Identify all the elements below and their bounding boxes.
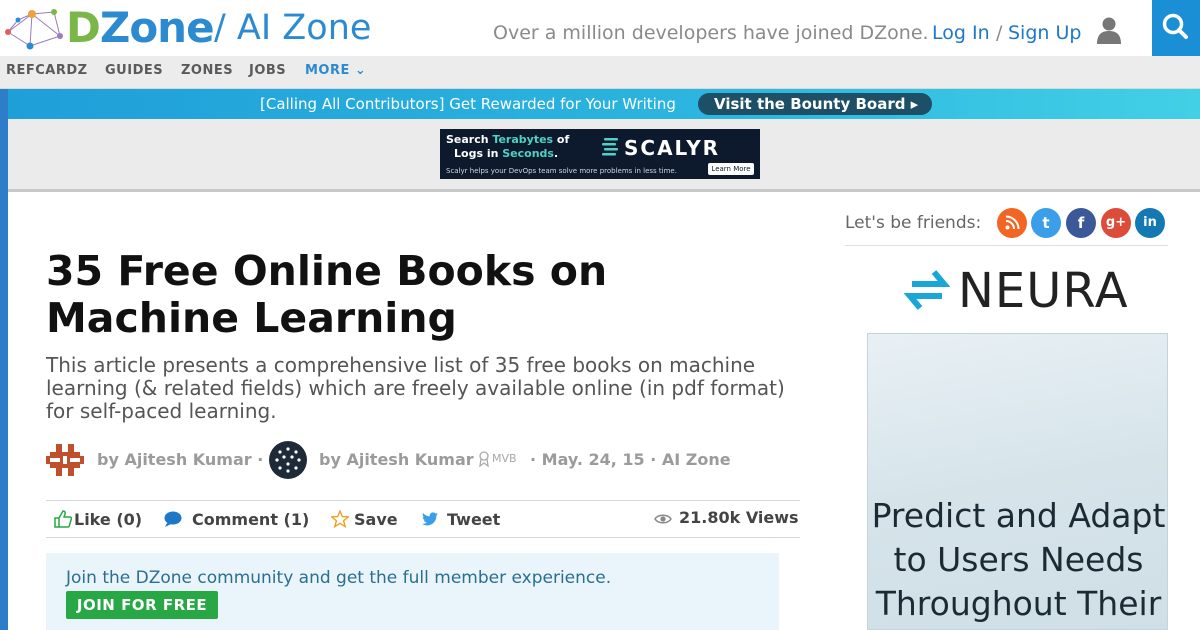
- social-friends-label: Let's be friends:: [845, 213, 982, 233]
- star-icon: [331, 510, 349, 528]
- logo-letters-zone: Zone: [99, 3, 215, 52]
- zone-title[interactable]: / AI Zone: [214, 8, 371, 48]
- dzone-logo-text[interactable]: DZone: [66, 3, 215, 52]
- article-title: 35 Free Online Books on Machine Learning: [46, 247, 608, 342]
- neura-brand[interactable]: NEURA: [958, 264, 1129, 318]
- neura-logo-icon[interactable]: [904, 266, 950, 314]
- rss-glyph-icon: [1005, 215, 1020, 230]
- login-separator: /: [996, 22, 1003, 44]
- linkedin-icon[interactable]: in: [1135, 208, 1165, 238]
- nav-item-guides[interactable]: GUIDES: [105, 63, 163, 79]
- mvb-badge-icon: [479, 451, 489, 467]
- eye-icon: [654, 514, 672, 524]
- contributors-banner: [Calling All Contributors] Get Rewarded …: [8, 89, 1200, 119]
- rss-icon[interactable]: [997, 208, 1027, 238]
- scalyr-text: Search: [446, 133, 493, 146]
- author-name-link[interactable]: by Ajitesh Kumar: [319, 450, 474, 470]
- nav-item-refcardz[interactable]: REFCARDZ: [6, 63, 88, 79]
- main-nav: REFCARDZ GUIDES ZONES JOBS MORE ⌄: [0, 56, 1200, 89]
- signup-link[interactable]: Sign Up: [1008, 21, 1081, 45]
- login-link[interactable]: Log In: [932, 21, 990, 45]
- scalyr-text: .: [553, 147, 559, 160]
- twitter-icon[interactable]: t: [1031, 208, 1061, 238]
- sidebar-divider: [845, 245, 1168, 246]
- header-tagline: Over a million developers have joined DZ…: [493, 22, 929, 44]
- scalyr-ad[interactable]: Search Terabytes of Logs in Seconds. SCA…: [440, 129, 760, 179]
- search-button[interactable]: [1152, 0, 1200, 56]
- search-icon: [1162, 13, 1188, 39]
- scalyr-footer: Scalyr helps your DevOps team solve more…: [446, 167, 677, 175]
- join-community-box: Join the DZone community and get the ful…: [46, 553, 779, 630]
- like-button[interactable]: Like (0): [74, 510, 142, 530]
- site-header: DZone / AI Zone Over a million developer…: [0, 0, 1200, 56]
- article-actions-bar: Like (0) Comment (1) Save Tweet 21.80k V…: [46, 500, 800, 538]
- dzone-network-icon[interactable]: [4, 6, 64, 50]
- left-accent-strip: [0, 89, 8, 630]
- article-date-zone: · May. 24, 15 · AI Zone: [530, 450, 731, 469]
- article-subtitle: This article presents a comprehensive li…: [46, 353, 785, 423]
- nav-item-jobs[interactable]: JOBS: [249, 63, 286, 79]
- author-name-link[interactable]: by Ajitesh Kumar ·: [97, 450, 263, 470]
- views-count: 21.80k Views: [679, 508, 799, 527]
- join-for-free-button[interactable]: JOIN FOR FREE: [66, 591, 218, 619]
- google-plus-icon[interactable]: g+: [1101, 208, 1131, 238]
- logo-letter-d: D: [66, 3, 101, 52]
- neura-ad-banner[interactable]: Predict and Adapt to Users Needs Through…: [867, 333, 1168, 630]
- scalyr-headline-line2: Logs in Seconds.: [454, 147, 558, 161]
- facebook-icon[interactable]: f: [1066, 208, 1096, 238]
- save-button[interactable]: Save: [354, 510, 398, 530]
- twitter-bird-icon: [422, 512, 438, 526]
- nav-item-zones[interactable]: ZONES: [181, 63, 233, 79]
- scalyr-learn-more-button[interactable]: Learn More: [708, 163, 754, 175]
- scalyr-headline-line1: Search Terabytes of: [446, 133, 569, 147]
- scalyr-text: of: [553, 133, 570, 146]
- neura-ad-text: Predict and Adapt to Users Needs Through…: [871, 496, 1166, 623]
- scalyr-logo-icon: [602, 138, 618, 156]
- scalyr-highlight: Seconds: [502, 147, 554, 160]
- comment-icon: [164, 511, 182, 527]
- thumbs-up-icon: [54, 510, 72, 528]
- nav-item-more[interactable]: MORE ⌄: [305, 63, 366, 79]
- join-text: Join the DZone community and get the ful…: [66, 568, 612, 588]
- scalyr-brand: SCALYR: [624, 136, 721, 160]
- author-avatar[interactable]: [46, 440, 84, 480]
- user-icon[interactable]: [1097, 16, 1121, 44]
- scalyr-highlight: Terabytes: [492, 133, 554, 146]
- top-ad-strip: Search Terabytes of Logs in Seconds. SCA…: [8, 119, 1200, 192]
- author-avatar[interactable]: [268, 440, 308, 480]
- comment-button[interactable]: Comment (1): [192, 510, 309, 530]
- scalyr-text: Logs in: [454, 147, 503, 160]
- tweet-button[interactable]: Tweet: [447, 510, 500, 530]
- bounty-board-button[interactable]: Visit the Bounty Board ▸: [698, 93, 932, 115]
- banner-text[interactable]: [Calling All Contributors] Get Rewarded …: [260, 95, 676, 113]
- mvb-badge: MVB: [492, 452, 517, 465]
